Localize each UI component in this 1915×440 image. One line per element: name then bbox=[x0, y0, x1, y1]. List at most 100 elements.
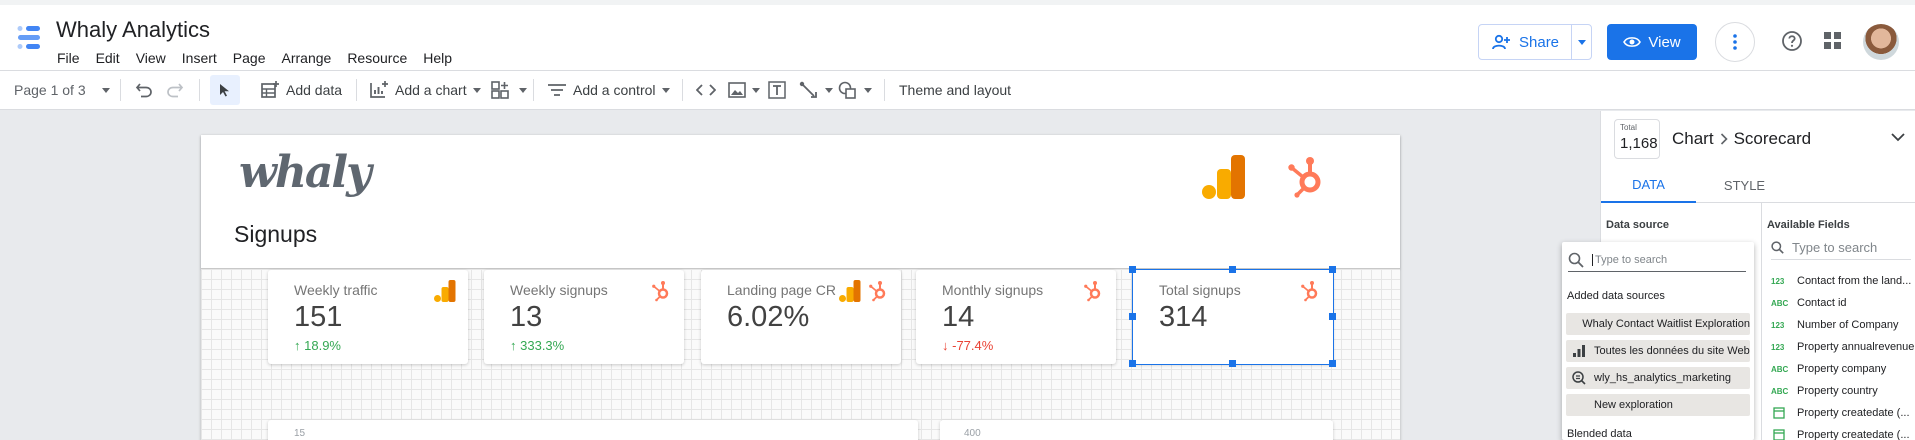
report-title[interactable]: Whaly Analytics bbox=[56, 17, 210, 43]
field-item[interactable]: 123 Contact from the land... bbox=[1771, 275, 1911, 287]
more-options-button[interactable] bbox=[1715, 22, 1755, 62]
share-label: Share bbox=[1519, 33, 1560, 51]
insert-image-button[interactable] bbox=[728, 71, 760, 109]
scorecard-weekly-signups[interactable]: Weekly signups 13 ↑ 333.3% bbox=[484, 270, 684, 364]
scorecard-label: Weekly signups bbox=[510, 282, 608, 298]
embed-code-icon[interactable] bbox=[696, 82, 716, 98]
shapes-icon bbox=[838, 81, 856, 99]
add-chart-button[interactable]: Add a chart bbox=[369, 71, 481, 109]
field-item[interactable]: ABC Contact id bbox=[1771, 297, 1847, 309]
page-selector[interactable]: Page 1 of 3 bbox=[14, 71, 110, 109]
page-heading[interactable]: Signups bbox=[234, 221, 317, 248]
add-data-button[interactable]: Add data bbox=[260, 71, 342, 109]
field-item[interactable]: 123 Property annualrevenue bbox=[1771, 341, 1914, 353]
text-type-icon: ABC bbox=[1771, 386, 1789, 396]
apps-grid-icon[interactable] bbox=[1824, 32, 1841, 49]
hubspot-icon[interactable] bbox=[1288, 155, 1328, 199]
scorecard-value: 14 bbox=[942, 301, 975, 333]
image-icon bbox=[728, 82, 746, 98]
field-name: Contact from the land... bbox=[1797, 275, 1912, 287]
tab-data[interactable]: DATA bbox=[1601, 167, 1696, 203]
scorecard-value: 13 bbox=[510, 301, 543, 333]
search-db-icon bbox=[1572, 371, 1586, 385]
panel-header: Total 1,168 Chart Scorecard bbox=[1601, 111, 1915, 167]
chart-card-right[interactable]: 400 bbox=[940, 420, 1333, 440]
data-source-item[interactable]: New exploration bbox=[1566, 394, 1750, 416]
menu-view[interactable]: View bbox=[135, 47, 175, 69]
add-control-button[interactable]: Add a control bbox=[547, 71, 670, 109]
chart-axis-tick: 400 bbox=[964, 428, 981, 439]
google-analytics-icon[interactable] bbox=[1202, 155, 1246, 199]
scorecard-source-icons bbox=[652, 280, 672, 302]
scorecard-value: 314 bbox=[1159, 301, 1208, 333]
menu-arrange[interactable]: Arrange bbox=[281, 47, 341, 69]
select-tool-button[interactable] bbox=[210, 75, 240, 105]
share-options-button[interactable] bbox=[1572, 25, 1591, 59]
field-name: Property createdate (... bbox=[1797, 429, 1910, 440]
view-button[interactable]: View bbox=[1607, 24, 1697, 60]
chart-card-left[interactable]: 15 bbox=[268, 420, 918, 440]
resize-handle[interactable] bbox=[1129, 266, 1136, 273]
resize-handle[interactable] bbox=[1329, 360, 1336, 367]
field-item[interactable]: Property createdate (... bbox=[1771, 429, 1910, 440]
add-data-label: Add data bbox=[286, 82, 343, 98]
scorecard-total-signups[interactable]: Total signups 314 bbox=[1129, 266, 1336, 367]
calendar-type-icon bbox=[1773, 429, 1785, 440]
chart-axis-tick: 15 bbox=[294, 428, 306, 439]
resize-handle[interactable] bbox=[1129, 313, 1136, 320]
fields-search-input[interactable]: Type to search bbox=[1771, 240, 1911, 260]
theme-layout-button[interactable]: Theme and layout bbox=[899, 71, 1011, 109]
panel-divider bbox=[1761, 203, 1762, 440]
redo-icon[interactable] bbox=[166, 81, 184, 99]
user-avatar[interactable] bbox=[1863, 24, 1899, 60]
undo-icon[interactable] bbox=[135, 81, 153, 99]
line-tool-button[interactable] bbox=[799, 71, 833, 109]
line-connector-icon bbox=[799, 81, 817, 98]
text-box-icon[interactable] bbox=[768, 81, 786, 99]
caret-down-icon bbox=[661, 87, 670, 93]
calendar-type-icon bbox=[1773, 407, 1785, 419]
data-source-item[interactable]: Whaly Contact Waitlist Exploration bbox=[1566, 313, 1750, 335]
whaly-logo[interactable]: whaly bbox=[239, 147, 372, 198]
resize-handle[interactable] bbox=[1329, 313, 1336, 320]
resize-handle[interactable] bbox=[1229, 266, 1236, 273]
add-chart-label: Add a chart bbox=[395, 82, 467, 98]
scorecard-landing-page-cr[interactable]: Landing page CR 6.02% bbox=[701, 270, 901, 364]
menu-edit[interactable]: Edit bbox=[95, 47, 129, 69]
chevron-down-icon[interactable] bbox=[1891, 133, 1905, 142]
shape-tool-button[interactable] bbox=[838, 71, 872, 109]
share-button[interactable]: Share bbox=[1479, 25, 1573, 59]
resize-handle[interactable] bbox=[1229, 360, 1236, 367]
resize-handle[interactable] bbox=[1329, 266, 1336, 273]
panel-breadcrumb: Chart Scorecard bbox=[1672, 129, 1811, 149]
field-item[interactable]: Property createdate (... bbox=[1771, 407, 1910, 419]
resize-handle[interactable] bbox=[1129, 360, 1136, 367]
menu-page[interactable]: Page bbox=[232, 47, 275, 69]
eye-icon bbox=[1623, 37, 1642, 47]
caret-down-icon bbox=[472, 87, 481, 93]
field-item[interactable]: ABC Property country bbox=[1771, 385, 1878, 397]
toolbar-divider bbox=[199, 79, 200, 101]
help-icon[interactable] bbox=[1781, 30, 1803, 52]
data-source-item[interactable]: wly_hs_analytics_marketing bbox=[1566, 367, 1750, 389]
data-source-item[interactable]: Toutes les données du site Web bbox=[1566, 340, 1750, 362]
data-source-search-input[interactable]: Type to search bbox=[1568, 252, 1746, 272]
menu-resource[interactable]: Resource bbox=[346, 47, 416, 69]
bar-chart-icon bbox=[1573, 345, 1585, 357]
community-viz-button[interactable] bbox=[491, 71, 527, 109]
looker-studio-logo[interactable] bbox=[14, 23, 44, 53]
scorecard-label: Monthly signups bbox=[942, 282, 1044, 298]
scorecard-source-icons bbox=[1084, 280, 1104, 302]
menu-insert[interactable]: Insert bbox=[181, 47, 226, 69]
filter-lines-icon bbox=[548, 84, 566, 96]
scorecard-weekly-traffic[interactable]: Weekly traffic 151 ↑ 18.9% bbox=[268, 270, 468, 364]
vertical-dots-icon bbox=[1733, 34, 1737, 50]
field-item[interactable]: 123 Number of Company bbox=[1771, 319, 1899, 331]
field-item[interactable]: ABC Property company bbox=[1771, 363, 1886, 375]
scorecard-monthly-signups[interactable]: Monthly signups 14 ↓ -77.4% bbox=[916, 270, 1116, 364]
menu-file[interactable]: File bbox=[56, 47, 89, 69]
menu-help[interactable]: Help bbox=[422, 47, 461, 69]
chart-type-thumbnail[interactable]: Total 1,168 bbox=[1614, 119, 1660, 159]
tab-style[interactable]: STYLE bbox=[1697, 167, 1792, 203]
data-source-name: wly_hs_analytics_marketing bbox=[1594, 372, 1731, 384]
